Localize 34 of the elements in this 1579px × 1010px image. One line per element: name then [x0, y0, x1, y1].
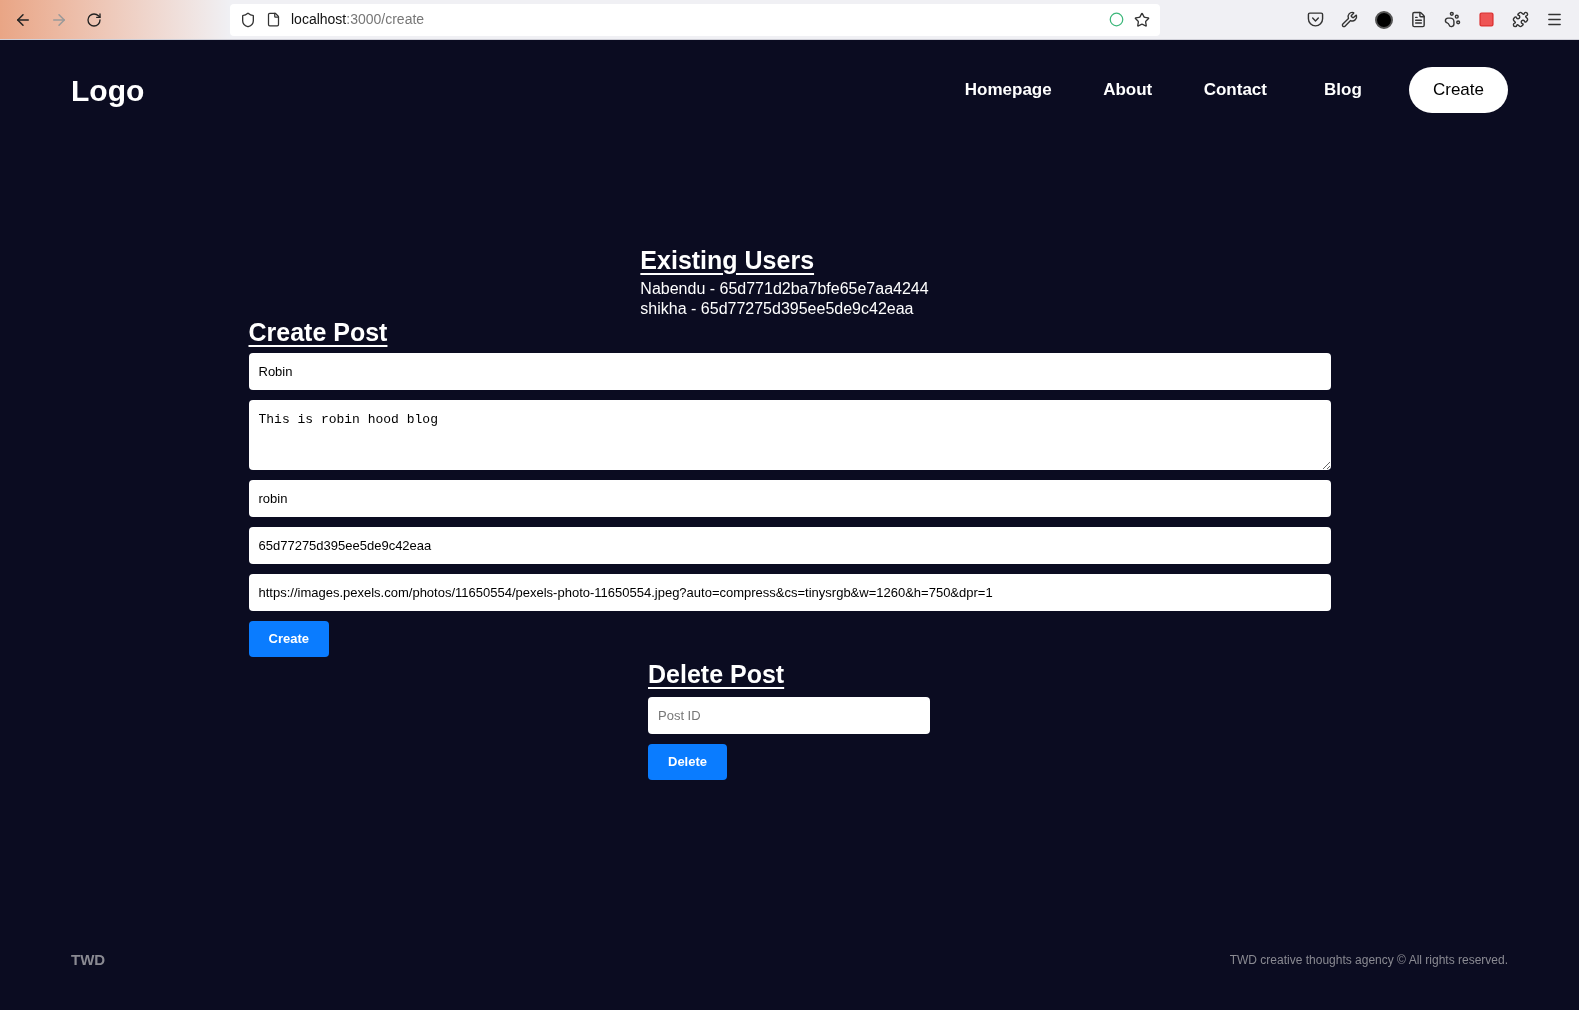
- section-heading: Create Post: [248, 317, 388, 347]
- copyright-text: TWD creative thoughts agency © All rights reserved.: [1229, 952, 1508, 969]
- reload-icon[interactable]: [86, 11, 102, 28]
- input-field[interactable]: https://images.pexels.com/photos/11650554/pexels-photo-11650554.jpeg?auto=compress&cs=tinysrgb&w=1260&h=750&dpr=1: [248, 574, 1331, 611]
- puzzle-icon[interactable]: [1512, 11, 1529, 28]
- delete-button[interactable]: Delete: [648, 744, 728, 780]
- section-heading: Delete Post: [648, 659, 785, 689]
- nav-link[interactable]: About: [1087, 67, 1168, 113]
- paw-icon[interactable]: [1444, 11, 1461, 28]
- user-entry: shikha - 65d77275d395ee5de9c42eaa: [640, 299, 915, 319]
- bookmark-star-icon[interactable]: [1134, 11, 1150, 28]
- post-id-field[interactable]: Post ID: [648, 697, 930, 734]
- pocket-icon[interactable]: [1307, 11, 1324, 28]
- page-icon: [266, 12, 281, 27]
- url-field[interactable]: localhost:3000/create: [230, 3, 1160, 36]
- url-text: localhost:3000/create: [291, 10, 426, 29]
- create-button[interactable]: Create: [248, 621, 329, 657]
- content-textarea[interactable]: This is robin hood blog: [248, 400, 1331, 470]
- nav-link[interactable]: Homepage: [954, 67, 1062, 113]
- nav-link[interactable]: Contact: [1193, 67, 1277, 113]
- wrench-icon[interactable]: [1341, 11, 1358, 28]
- extension-icon[interactable]: [1375, 10, 1393, 29]
- notes-icon[interactable]: [1410, 11, 1427, 28]
- menu-icon[interactable]: [1546, 11, 1563, 28]
- footer-brand: TWD: [71, 949, 106, 970]
- input-field[interactable]: robin: [248, 480, 1331, 517]
- user-entry: Nabendu - 65d771d2ba7bfe65e7aa4244: [640, 279, 929, 299]
- logo[interactable]: Logo: [71, 67, 145, 113]
- section-heading: Existing Users: [640, 245, 815, 275]
- shield-icon[interactable]: [240, 11, 256, 28]
- input-field[interactable]: Robin: [248, 353, 1331, 390]
- input-field[interactable]: 65d77275d395ee5de9c42eaa: [248, 527, 1331, 564]
- nav-link[interactable]: Create: [1408, 67, 1508, 113]
- nav-link[interactable]: Blog: [1302, 67, 1383, 113]
